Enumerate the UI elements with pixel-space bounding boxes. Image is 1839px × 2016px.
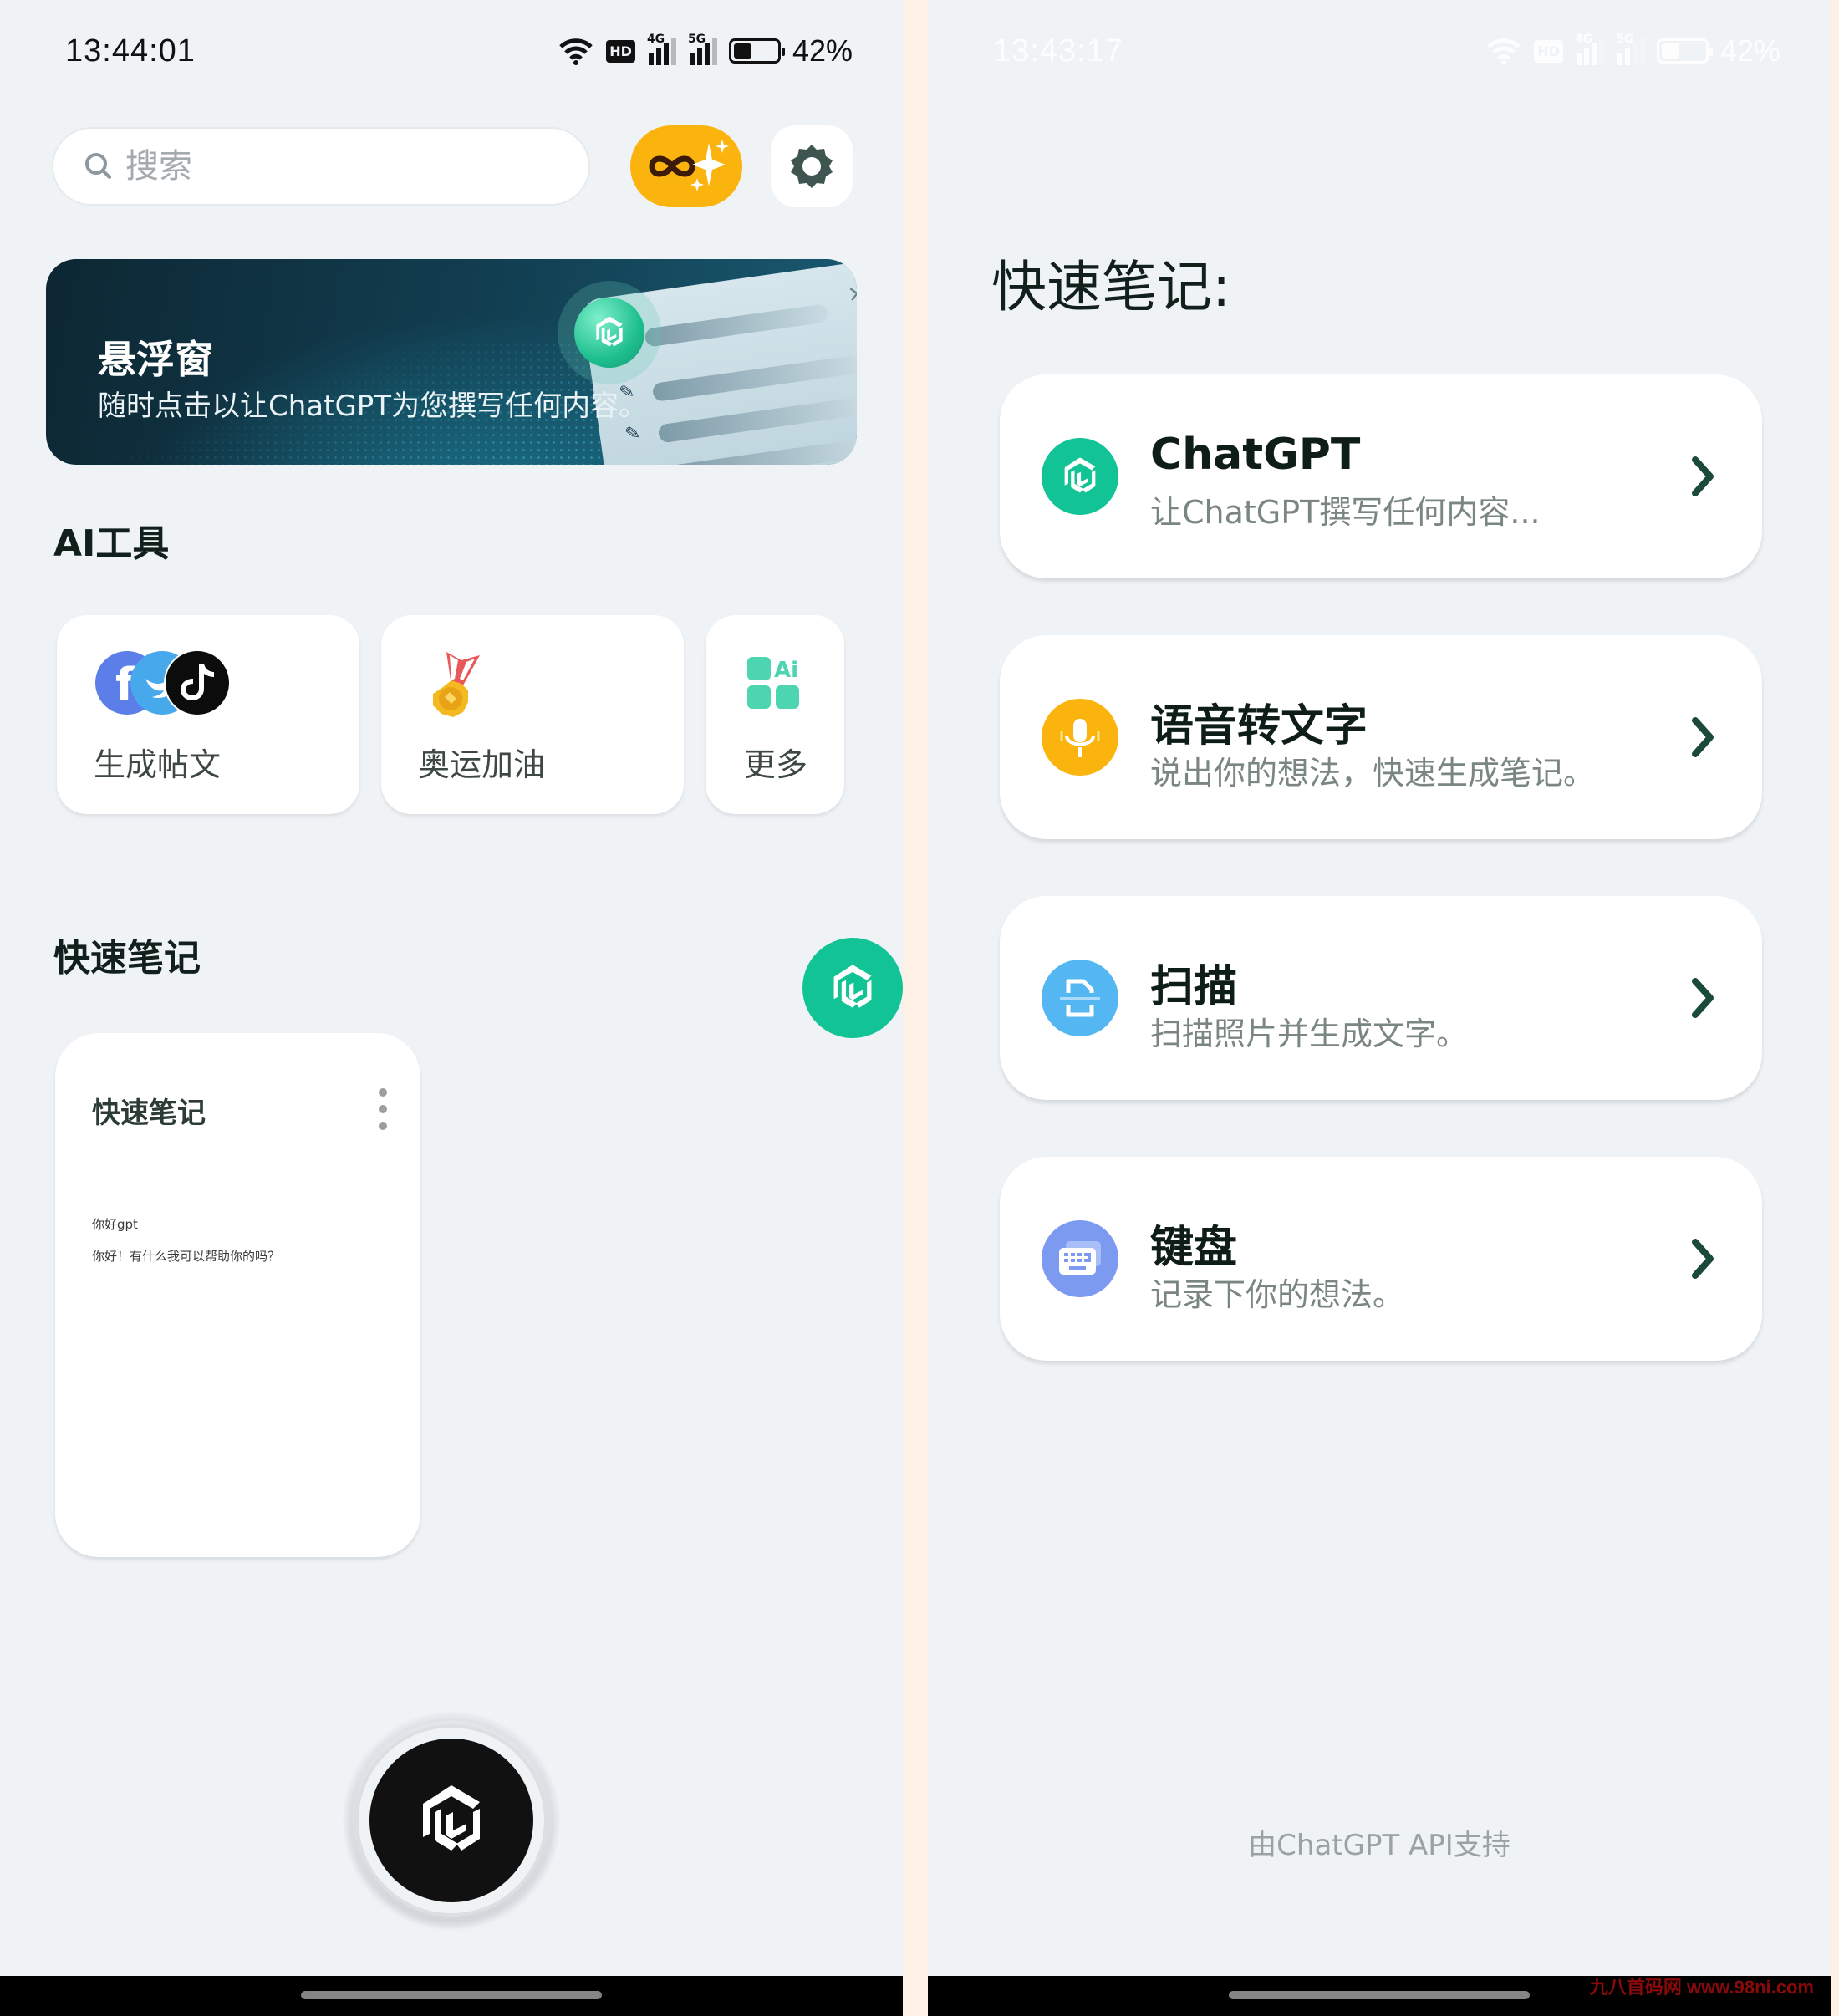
quick-notes-screen: 13:43:17 HD 4G 5G 42% 快速笔记: ChatGPT 让Cha… <box>928 0 1831 2016</box>
note-line: 你好gpt <box>92 1217 138 1232</box>
feature-title: ChatGPT <box>1150 430 1361 480</box>
status-bar: 13:43:17 HD 4G 5G 42% <box>928 30 1831 77</box>
battery-level-fill <box>733 43 751 59</box>
chevron-right-icon <box>1692 978 1714 1018</box>
banner-logo-orb <box>558 281 661 384</box>
battery-percent: 42% <box>1719 33 1780 68</box>
signal-4g-icon: 4G <box>647 33 676 65</box>
floating-window-banner[interactable]: × ✎ ✎ ✎ 悬浮窗 随时点击以让ChatGPT为您撰写任何内容。 <box>46 259 857 465</box>
search-bar[interactable] <box>52 127 590 206</box>
banner-close-icon: × <box>845 277 857 308</box>
pen-icon: ✎ <box>629 464 648 465</box>
status-time: 13:43:17 <box>993 33 1123 69</box>
svg-text:Ai: Ai <box>774 658 798 683</box>
note-card[interactable]: 快速笔记 你好gpt 你好！有什么我可以帮助你的吗？ <box>55 1033 420 1557</box>
floating-chatgpt-button[interactable] <box>802 938 903 1038</box>
feature-keyboard[interactable]: 键盘 记录下你的想法。 <box>1000 1157 1762 1361</box>
signal-5g-icon: 5G <box>1616 33 1645 65</box>
status-bar: 13:44:01 HD 4G 5G 42% <box>0 30 903 77</box>
home-screen: 13:44:01 HD 4G 5G 42% 搜索 × ✎ ✎ 悬浮窗 随时点击以… <box>0 0 903 2016</box>
home-gesture-handle[interactable] <box>1229 1991 1530 1999</box>
battery-level-fill <box>1661 43 1679 59</box>
tool-card-label: 生成帖文 <box>94 746 222 783</box>
more-options-icon[interactable] <box>370 1088 395 1130</box>
banner-title: 悬浮窗 <box>98 337 213 382</box>
feature-title: 语音转文字 <box>1150 701 1368 751</box>
tool-card-label: 奥运加油 <box>418 746 546 783</box>
infinity-sparkle-icon <box>649 140 729 191</box>
home-gesture-handle[interactable] <box>301 1991 602 1999</box>
status-icons: HD 4G 5G 42% <box>558 33 853 69</box>
chevron-right-icon <box>1692 1239 1714 1279</box>
banner-subtitle: 随时点击以让ChatGPT为您撰写任何内容。 <box>98 389 648 423</box>
social-media-icon: f <box>95 649 231 716</box>
battery-percent: 42% <box>792 33 853 68</box>
ai-apps-grid-icon: Ai <box>747 657 799 709</box>
feature-scan[interactable]: 扫描 扫描照片并生成文字。 <box>1000 896 1762 1100</box>
tool-card-more[interactable]: Ai 更多 <box>706 615 844 814</box>
settings-button[interactable] <box>771 125 853 207</box>
feature-icon <box>1042 699 1118 776</box>
hd-voice-icon: HD <box>1534 39 1563 63</box>
feature-voice-to-text[interactable]: 语音转文字 说出你的想法，快速生成笔记。 <box>1000 635 1762 839</box>
feature-icon <box>1042 438 1118 515</box>
note-line: 你好！有什么我可以帮助你的吗？ <box>92 1249 281 1264</box>
feature-chatgpt[interactable]: ChatGPT 让ChatGPT撰写任何内容... <box>1000 374 1762 578</box>
battery-icon <box>1656 38 1713 64</box>
tool-card-label: 更多 <box>744 746 808 783</box>
feature-title: 键盘 <box>1150 1223 1238 1273</box>
keyboard-icon <box>1059 1241 1101 1275</box>
search-input[interactable] <box>125 147 530 186</box>
feature-title: 扫描 <box>1150 962 1238 1012</box>
status-time: 13:44:01 <box>65 33 196 69</box>
status-icons: HD 4G 5G 42% <box>1485 33 1780 69</box>
feature-description: 说出你的想法，快速生成笔记。 <box>1150 755 1596 792</box>
ai-tools-heading: AI工具 <box>53 522 170 565</box>
signal-4g-icon: 4G <box>1575 33 1604 65</box>
pen-icon: ✎ <box>624 422 642 446</box>
chatgpt-logo-icon <box>1057 454 1103 499</box>
microphone-icon <box>1060 719 1100 757</box>
main-chatgpt-button[interactable] <box>343 1712 560 1929</box>
navigation-bar <box>0 1976 903 2016</box>
powered-by-text: 由ChatGPT API支持 <box>1248 1829 1510 1862</box>
chevron-right-icon <box>1692 717 1714 757</box>
chatgpt-logo-icon <box>825 960 880 1016</box>
watermark: 九八首码网 www.98ni.com <box>1589 1977 1814 1998</box>
search-icon <box>85 153 111 179</box>
feature-description: 扫描照片并生成文字。 <box>1150 1016 1469 1052</box>
note-title: 快速笔记 <box>92 1097 206 1130</box>
pro-upgrade-button[interactable] <box>630 125 742 207</box>
feature-icon <box>1042 960 1118 1036</box>
navigation-bar: 九八首码网 www.98ni.com <box>928 1976 1831 2016</box>
feature-description: 让ChatGPT撰写任何内容... <box>1150 494 1541 531</box>
tool-card-generate-post[interactable]: f 生成帖文 <box>57 615 359 814</box>
page-title: 快速笔记: <box>991 255 1231 319</box>
wifi-icon <box>559 38 593 65</box>
chatgpt-logo-icon <box>590 313 629 352</box>
medal-icon <box>433 652 480 717</box>
chatgpt-logo-icon <box>410 1779 493 1862</box>
tool-card-olympics[interactable]: 奥运加油 <box>381 615 684 814</box>
wifi-icon <box>1487 38 1521 65</box>
feature-icon <box>1042 1220 1118 1297</box>
gear-icon <box>791 145 833 188</box>
scan-document-icon <box>1060 979 1100 1017</box>
battery-icon <box>728 38 785 64</box>
quick-notes-heading: 快速笔记 <box>53 937 201 980</box>
signal-5g-icon: 5G <box>688 33 717 65</box>
feature-description: 记录下你的想法。 <box>1150 1276 1405 1313</box>
hd-voice-icon: HD <box>606 39 635 63</box>
chevron-right-icon <box>1692 456 1714 496</box>
